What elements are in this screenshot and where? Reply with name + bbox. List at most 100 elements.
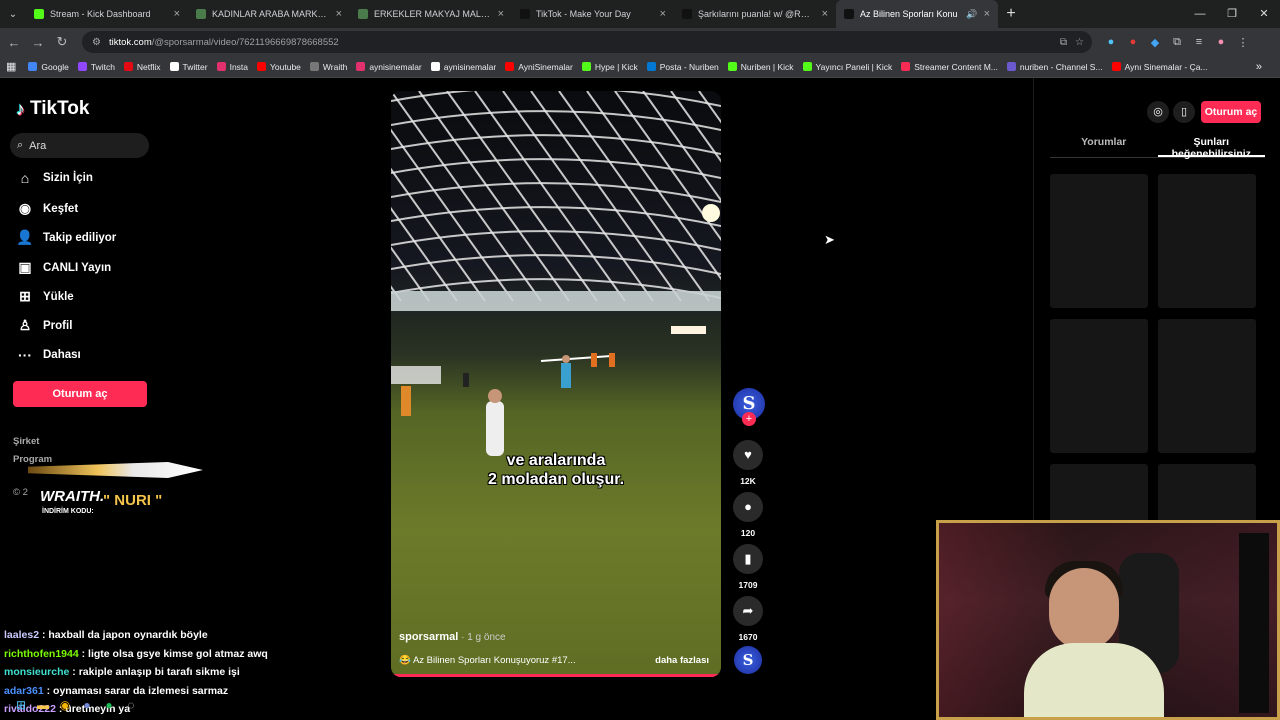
author-name[interactable]: sporsarmal <box>399 631 458 643</box>
file-explorer-icon[interactable]: ▬ <box>32 698 54 712</box>
bookmark-item[interactable]: Streamer Content M... <box>901 62 998 72</box>
browser-tab[interactable]: Şarkılarını puanla! w/ @RAFET × <box>674 0 836 28</box>
sidebar-item-user-plus[interactable]: 👤 Takip ediliyor <box>16 229 116 246</box>
close-tab-icon[interactable]: × <box>984 8 990 20</box>
suggested-video-thumb[interactable] <box>1050 174 1148 308</box>
bookmark-item[interactable]: Aynı Sinemalar - Ça... <box>1111 62 1208 72</box>
reload-button[interactable]: ↻ <box>50 34 74 50</box>
browser-tab[interactable]: TikTok - Make Your Day × <box>512 0 674 28</box>
apps-grid-icon[interactable]: ▦ <box>6 60 16 73</box>
sidebar-item-live[interactable]: ▣ CANLI Yayın <box>16 259 111 276</box>
new-tab-button[interactable]: + <box>998 5 1024 23</box>
obs-icon[interactable]: ◌ <box>120 698 142 712</box>
profile-avatar-icon[interactable]: ● <box>1210 36 1232 48</box>
share-action[interactable]: ➦ 1670 <box>733 596 763 642</box>
browser-tab[interactable]: Az Bilinen Sporları Konu 🔊 × <box>836 0 998 28</box>
follow-plus-icon[interactable]: + <box>742 412 756 426</box>
video-progress-bar[interactable] <box>391 674 721 677</box>
more-bookmarks-icon[interactable]: » <box>1256 61 1262 73</box>
bookmark-item[interactable]: AyniSinemalar <box>505 62 573 72</box>
bookmark-item[interactable]: aynisinemalar <box>430 62 496 72</box>
bookmark-item[interactable]: Wraith <box>309 62 347 72</box>
browser-tab[interactable]: KADINLAR ARABA MARKALARI × <box>188 0 350 28</box>
music-disc-icon[interactable]: S <box>734 646 762 674</box>
media-control-icon[interactable]: ≡ <box>1188 36 1210 48</box>
see-more-link[interactable]: daha fazlası <box>655 655 709 666</box>
extensions-puzzle-icon[interactable]: ⧉ <box>1166 36 1188 49</box>
company-link[interactable]: Şirket <box>13 436 39 447</box>
back-button[interactable]: ← <box>2 35 26 50</box>
close-tab-icon[interactable]: × <box>336 8 342 20</box>
browser-menu-icon[interactable]: ⋮ <box>1232 36 1254 49</box>
extensions-area: ● ● ◆ ⧉ ≡ ● ⋮ <box>1100 36 1254 49</box>
phone-icon[interactable]: ▯ <box>1173 101 1195 123</box>
bookmark-item[interactable]: Twitter <box>169 62 208 72</box>
extension-3-icon[interactable]: ◆ <box>1144 36 1166 49</box>
bookmark-item[interactable]: Posta - Nuriben <box>646 62 719 72</box>
site-info-icon[interactable]: ⚙ <box>92 37 101 48</box>
video-player[interactable]: ve aralarında 2 moladan oluşur. sporsarma… <box>391 91 721 677</box>
suggested-video-thumb[interactable] <box>1050 319 1148 453</box>
bookmark-label: Twitch <box>90 61 115 72</box>
minimize-button[interactable]: — <box>1184 0 1216 28</box>
bookmark-item[interactable]: Youtube <box>257 62 301 72</box>
tab-you-may-like[interactable]: Şunları beğenebilirsiniz <box>1157 136 1265 160</box>
tab-comments[interactable]: Yorumlar <box>1050 136 1158 157</box>
close-tab-icon[interactable]: × <box>498 8 504 20</box>
browser-tab[interactable]: ERKEKLER MAKYAJ MALZEMEL × <box>350 0 512 28</box>
sidebar-item-more[interactable]: ··· Dahası <box>16 347 81 363</box>
header-login-button[interactable]: Oturum aç <box>1201 101 1261 123</box>
bookmark-favicon-icon <box>1111 62 1121 71</box>
comment-action[interactable]: ● 120 <box>733 492 763 538</box>
maximize-button[interactable]: ❐ <box>1216 0 1248 28</box>
close-tab-icon[interactable]: × <box>174 8 180 20</box>
windows-start-icon[interactable]: ⊞ <box>10 698 32 712</box>
chrome-icon[interactable]: ◉ <box>54 698 76 712</box>
bookmark-star-icon[interactable]: ☆ <box>1075 37 1084 48</box>
sidebar-item-upload[interactable]: ⊞ Yükle <box>16 288 74 305</box>
speaker-icon[interactable]: 🔊 <box>966 9 977 20</box>
search-input[interactable]: ⌕ Ara <box>10 133 149 158</box>
author-avatar-action[interactable]: S + <box>733 388 765 426</box>
url-bar[interactable]: ⚙ tiktok.com/@sporsarmal/video/762119666… <box>82 31 1092 53</box>
suggested-video-thumb[interactable] <box>1158 319 1256 453</box>
login-button[interactable]: Oturum aç <box>13 381 147 407</box>
video-author[interactable]: sporsarmal · 1 g önce <box>399 631 506 643</box>
bookmark-item[interactable]: Twitch <box>77 61 115 72</box>
sidebar-item-home[interactable]: ⌂ Sizin İçin <box>16 170 93 186</box>
sidebar-item-profile[interactable]: ♙ Profil <box>16 317 73 334</box>
bookmark-item[interactable]: Hype | Kick <box>581 62 638 72</box>
close-window-button[interactable]: ✕ <box>1248 0 1280 28</box>
spotify-icon[interactable]: ● <box>98 698 120 712</box>
heart-icon[interactable]: ♥ <box>733 440 763 470</box>
extension-1-icon[interactable]: ● <box>1100 36 1122 48</box>
tab-search-button[interactable]: ⌄ <box>0 9 26 20</box>
install-icon[interactable]: ⧉ <box>1060 37 1067 48</box>
compass-icon[interactable]: ◎ <box>1147 101 1169 123</box>
music-disc-action[interactable]: S <box>733 646 763 674</box>
chat-text: rakiple anlaşıp bi tarafı sikme işi <box>78 666 240 678</box>
bookmark-item[interactable]: Nuriben | Kick <box>727 62 794 72</box>
close-tab-icon[interactable]: × <box>822 8 828 20</box>
save-action[interactable]: ▮ 1709 <box>733 544 763 590</box>
sidebar-item-compass[interactable]: ◉ Keşfet <box>16 200 78 217</box>
share-icon[interactable]: ➦ <box>733 596 763 626</box>
browser-tab[interactable]: Stream - Kick Dashboard × <box>26 0 188 28</box>
extension-2-icon[interactable]: ● <box>1122 36 1144 48</box>
close-tab-icon[interactable]: × <box>660 8 666 20</box>
bookmark-item[interactable]: aynisinemalar <box>356 62 422 72</box>
suggested-video-thumb[interactable] <box>1158 174 1256 308</box>
right-panel-tabs: Yorumlar Şunları beğenebilirsiniz <box>1050 136 1265 160</box>
tiktok-logo[interactable]: ♪ TikTok <box>16 98 89 120</box>
bookmark-icon[interactable]: ▮ <box>733 544 763 574</box>
bookmark-item[interactable]: Insta <box>216 62 248 72</box>
bookmark-item[interactable]: Google <box>28 62 69 72</box>
bookmark-item[interactable]: Netflix <box>123 62 161 72</box>
discord-icon[interactable]: ● <box>76 698 98 712</box>
bookmark-item[interactable]: Yayıncı Paneli | Kick <box>802 62 892 72</box>
comment-icon[interactable]: ● <box>733 492 763 522</box>
profile-icon: ♙ <box>18 317 32 333</box>
bookmark-item[interactable]: nuriben - Channel S... <box>1006 62 1103 72</box>
like-action[interactable]: ♥ 12K <box>733 440 763 486</box>
forward-button[interactable]: → <box>26 35 50 50</box>
